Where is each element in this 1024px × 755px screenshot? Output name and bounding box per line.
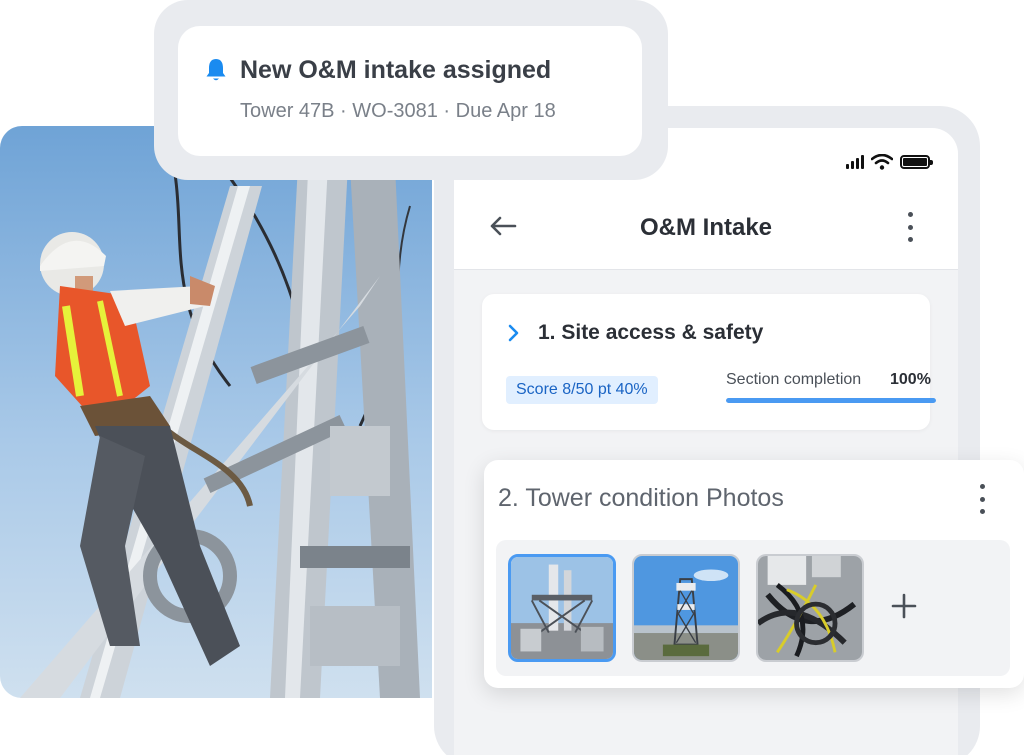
notification-toast[interactable]: New O&M intake assigned Tower 47B · WO-3… — [178, 26, 642, 156]
more-menu-button[interactable] — [976, 484, 988, 514]
score-badge: Score 8/50 pt 40% — [506, 376, 658, 404]
completion-label: Section completion — [726, 371, 862, 388]
notification-subtitle: Tower 47B · WO-3081 · Due Apr 18 — [240, 100, 556, 122]
tower-platform-photo[interactable] — [508, 554, 616, 662]
section-card-tower-photos: 2. Tower condition Photos — [484, 460, 1024, 688]
photo-gallery — [496, 540, 1010, 676]
battery-icon — [900, 155, 933, 169]
bell-icon — [206, 59, 226, 81]
telecom-tower-image — [634, 556, 738, 660]
notification-title: New O&M intake assigned — [240, 56, 552, 84]
section-title: 2. Tower condition Photos — [498, 484, 784, 512]
telecom-tower-photo[interactable] — [632, 554, 740, 662]
technician-photo — [0, 126, 432, 698]
page-title: O&M Intake — [639, 214, 773, 241]
cable-bundle-image — [758, 556, 862, 660]
completion-progress-fill — [726, 398, 936, 403]
completion-value: 100% — [890, 371, 931, 388]
more-menu-button[interactable] — [904, 212, 916, 242]
back-button[interactable] — [488, 212, 518, 240]
plus-icon[interactable] — [890, 592, 918, 620]
wifi-icon — [871, 154, 893, 170]
tower-platform-image — [511, 557, 613, 659]
arrow-left-icon — [490, 216, 517, 236]
cable-bundle-photo[interactable] — [756, 554, 864, 662]
section-card-site-access[interactable]: 1. Site access & safety Score 8/50 pt 40… — [482, 294, 936, 430]
completion-progress-bar — [726, 398, 936, 403]
tower-climber-illustration — [20, 126, 420, 698]
section-title: 1. Site access & safety — [538, 321, 764, 344]
signal-icon — [846, 155, 864, 169]
chevron-right-icon — [508, 324, 519, 342]
status-bar — [846, 154, 933, 170]
